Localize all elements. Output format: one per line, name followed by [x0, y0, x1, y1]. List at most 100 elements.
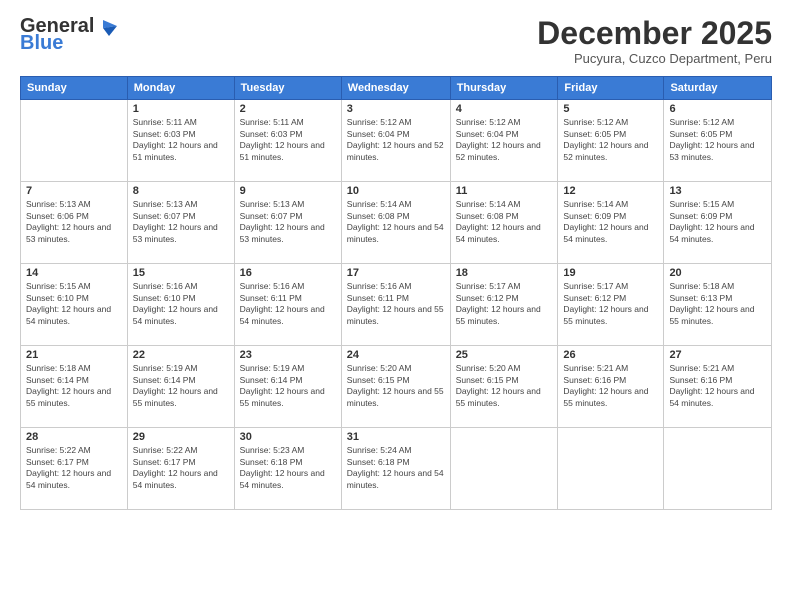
calendar-row: 28 Sunrise: 5:22 AMSunset: 6:17 PMDayligh…	[21, 428, 772, 510]
day-info: Sunrise: 5:13 AMSunset: 6:06 PMDaylight:…	[26, 199, 122, 245]
day-info: Sunrise: 5:22 AMSunset: 6:17 PMDaylight:…	[26, 445, 122, 491]
table-row	[450, 428, 558, 510]
header-saturday: Saturday	[664, 77, 772, 100]
day-number: 21	[26, 349, 122, 361]
day-info: Sunrise: 5:13 AMSunset: 6:07 PMDaylight:…	[240, 199, 336, 245]
table-row: 5 Sunrise: 5:12 AMSunset: 6:05 PMDaylight…	[558, 100, 664, 182]
table-row: 12 Sunrise: 5:14 AMSunset: 6:09 PMDayligh…	[558, 182, 664, 264]
day-number: 7	[26, 185, 122, 197]
day-number: 16	[240, 267, 336, 279]
day-number: 10	[347, 185, 445, 197]
day-info: Sunrise: 5:12 AMSunset: 6:04 PMDaylight:…	[347, 117, 445, 163]
day-number: 1	[133, 103, 229, 115]
table-row: 1 Sunrise: 5:11 AMSunset: 6:03 PMDaylight…	[127, 100, 234, 182]
location: Pucyura, Cuzco Department, Peru	[537, 51, 772, 66]
table-row: 9 Sunrise: 5:13 AMSunset: 6:07 PMDaylight…	[234, 182, 341, 264]
table-row: 7 Sunrise: 5:13 AMSunset: 6:06 PMDaylight…	[21, 182, 128, 264]
day-number: 29	[133, 431, 229, 443]
table-row: 8 Sunrise: 5:13 AMSunset: 6:07 PMDaylight…	[127, 182, 234, 264]
day-info: Sunrise: 5:23 AMSunset: 6:18 PMDaylight:…	[240, 445, 336, 491]
table-row: 16 Sunrise: 5:16 AMSunset: 6:11 PMDayligh…	[234, 264, 341, 346]
day-number: 12	[563, 185, 658, 197]
table-row: 26 Sunrise: 5:21 AMSunset: 6:16 PMDayligh…	[558, 346, 664, 428]
header: General Blue December 2025 Pucyura, Cuzc…	[20, 16, 772, 66]
table-row	[664, 428, 772, 510]
day-info: Sunrise: 5:16 AMSunset: 6:11 PMDaylight:…	[240, 281, 336, 327]
header-sunday: Sunday	[21, 77, 128, 100]
table-row: 10 Sunrise: 5:14 AMSunset: 6:08 PMDayligh…	[341, 182, 450, 264]
header-thursday: Thursday	[450, 77, 558, 100]
day-info: Sunrise: 5:11 AMSunset: 6:03 PMDaylight:…	[240, 117, 336, 163]
day-info: Sunrise: 5:14 AMSunset: 6:08 PMDaylight:…	[347, 199, 445, 245]
day-number: 25	[456, 349, 553, 361]
calendar-header-row: Sunday Monday Tuesday Wednesday Thursday…	[21, 77, 772, 100]
header-monday: Monday	[127, 77, 234, 100]
table-row: 23Sunrise: 5:19 AMSunset: 6:14 PMDayligh…	[234, 346, 341, 428]
table-row: 15Sunrise: 5:16 AMSunset: 6:10 PMDayligh…	[127, 264, 234, 346]
day-number: 9	[240, 185, 336, 197]
day-number: 8	[133, 185, 229, 197]
day-info: Sunrise: 5:13 AMSunset: 6:07 PMDaylight:…	[133, 199, 229, 245]
table-row: 29 Sunrise: 5:22 AMSunset: 6:17 PMDayligh…	[127, 428, 234, 510]
calendar-row: 14 Sunrise: 5:15 AMSunset: 6:10 PMDayligh…	[21, 264, 772, 346]
day-info: Sunrise: 5:17 AMSunset: 6:12 PMDaylight:…	[456, 281, 553, 327]
day-number: 22	[133, 349, 229, 361]
day-number: 19	[563, 267, 658, 279]
table-row: 21 Sunrise: 5:18 AMSunset: 6:14 PMDayligh…	[21, 346, 128, 428]
day-info: Sunrise: 5:21 AMSunset: 6:16 PMDaylight:…	[669, 363, 766, 409]
table-row: 2 Sunrise: 5:11 AMSunset: 6:03 PMDaylight…	[234, 100, 341, 182]
day-number: 11	[456, 185, 553, 197]
day-info: Sunrise: 5:16 AMSunset: 6:11 PMDaylight:…	[347, 281, 445, 327]
day-number: 26	[563, 349, 658, 361]
day-info: Sunrise: 5:21 AMSunset: 6:16 PMDaylight:…	[563, 363, 658, 409]
day-number: 24	[347, 349, 445, 361]
day-info: Sunrise: 5:12 AMSunset: 6:04 PMDaylight:…	[456, 117, 553, 163]
table-row: 13Sunrise: 5:15 AMSunset: 6:09 PMDayligh…	[664, 182, 772, 264]
day-number: 6	[669, 103, 766, 115]
day-info: Sunrise: 5:24 AMSunset: 6:18 PMDaylight:…	[347, 445, 445, 491]
table-row: 18 Sunrise: 5:17 AMSunset: 6:12 PMDayligh…	[450, 264, 558, 346]
day-number: 2	[240, 103, 336, 115]
day-number: 18	[456, 267, 553, 279]
day-info: Sunrise: 5:12 AMSunset: 6:05 PMDaylight:…	[563, 117, 658, 163]
day-info: Sunrise: 5:11 AMSunset: 6:03 PMDaylight:…	[133, 117, 229, 163]
day-info: Sunrise: 5:22 AMSunset: 6:17 PMDaylight:…	[133, 445, 229, 491]
day-number: 14	[26, 267, 122, 279]
day-info: Sunrise: 5:12 AMSunset: 6:05 PMDaylight:…	[669, 117, 766, 163]
table-row: 6 Sunrise: 5:12 AMSunset: 6:05 PMDaylight…	[664, 100, 772, 182]
header-friday: Friday	[558, 77, 664, 100]
day-info: Sunrise: 5:16 AMSunset: 6:10 PMDaylight:…	[133, 281, 229, 327]
calendar-table: Sunday Monday Tuesday Wednesday Thursday…	[20, 76, 772, 510]
day-info: Sunrise: 5:14 AMSunset: 6:08 PMDaylight:…	[456, 199, 553, 245]
day-info: Sunrise: 5:17 AMSunset: 6:12 PMDaylight:…	[563, 281, 658, 327]
day-number: 31	[347, 431, 445, 443]
day-number: 30	[240, 431, 336, 443]
day-number: 27	[669, 349, 766, 361]
day-info: Sunrise: 5:19 AMSunset: 6:14 PMDaylight:…	[133, 363, 229, 409]
day-info: Sunrise: 5:15 AMSunset: 6:10 PMDaylight:…	[26, 281, 122, 327]
day-number: 28	[26, 431, 122, 443]
calendar-row: 7 Sunrise: 5:13 AMSunset: 6:06 PMDaylight…	[21, 182, 772, 264]
day-number: 3	[347, 103, 445, 115]
day-info: Sunrise: 5:20 AMSunset: 6:15 PMDaylight:…	[347, 363, 445, 409]
day-number: 17	[347, 267, 445, 279]
logo: General Blue	[20, 16, 117, 55]
logo-blue-label: Blue	[20, 32, 63, 55]
table-row	[21, 100, 128, 182]
day-number: 13	[669, 185, 766, 197]
day-number: 5	[563, 103, 658, 115]
calendar-row: 1 Sunrise: 5:11 AMSunset: 6:03 PMDaylight…	[21, 100, 772, 182]
table-row: 31 Sunrise: 5:24 AMSunset: 6:18 PMDayligh…	[341, 428, 450, 510]
table-row: 24 Sunrise: 5:20 AMSunset: 6:15 PMDayligh…	[341, 346, 450, 428]
day-info: Sunrise: 5:18 AMSunset: 6:13 PMDaylight:…	[669, 281, 766, 327]
calendar-row: 21 Sunrise: 5:18 AMSunset: 6:14 PMDayligh…	[21, 346, 772, 428]
table-row: 30 Sunrise: 5:23 AMSunset: 6:18 PMDayligh…	[234, 428, 341, 510]
table-row: 11 Sunrise: 5:14 AMSunset: 6:08 PMDayligh…	[450, 182, 558, 264]
month-title: December 2025	[537, 16, 772, 51]
day-number: 20	[669, 267, 766, 279]
header-tuesday: Tuesday	[234, 77, 341, 100]
day-info: Sunrise: 5:14 AMSunset: 6:09 PMDaylight:…	[563, 199, 658, 245]
table-row: 17 Sunrise: 5:16 AMSunset: 6:11 PMDayligh…	[341, 264, 450, 346]
table-row: 22 Sunrise: 5:19 AMSunset: 6:14 PMDayligh…	[127, 346, 234, 428]
day-info: Sunrise: 5:18 AMSunset: 6:14 PMDaylight:…	[26, 363, 122, 409]
